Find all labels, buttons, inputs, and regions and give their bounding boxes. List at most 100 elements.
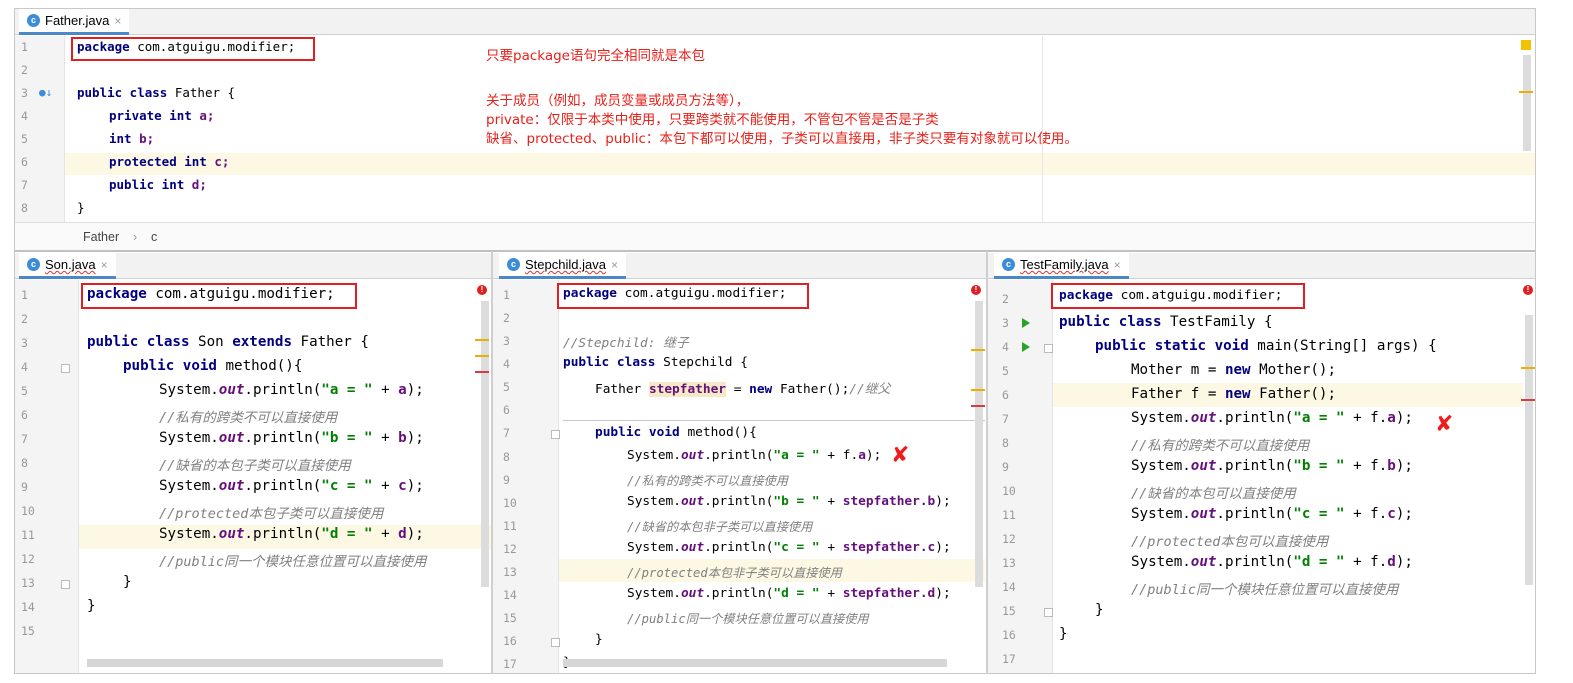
warning-marker[interactable]: [971, 389, 985, 391]
line-number: 3: [21, 336, 28, 350]
error-marker[interactable]: [971, 405, 985, 407]
error-icon[interactable]: !: [971, 285, 981, 295]
annotation-package: 只要package语句完全相同就是本包: [486, 48, 705, 64]
run-icon[interactable]: [1022, 342, 1030, 352]
annotation-private: private：仅限于本类中使用，只要跨类就不能使用，不管包不管是否是子类: [486, 112, 939, 128]
fold-icon[interactable]: [551, 430, 560, 439]
line-number: 2: [1002, 292, 1009, 306]
top-tab-bar: c Father.java ×: [15, 9, 1535, 35]
son-scrollbar[interactable]: [481, 301, 489, 587]
line-number: 1: [21, 288, 28, 302]
splitter[interactable]: [15, 250, 1535, 252]
son-horizontal-scrollbar[interactable]: [87, 659, 443, 667]
class-icon: c: [27, 14, 40, 27]
line-number: 2: [21, 312, 28, 326]
testfamily-tab-bar: c TestFamily.java ×: [988, 253, 1535, 279]
override-icon[interactable]: ●↓: [39, 86, 52, 99]
line-number: 11: [503, 519, 517, 533]
line-number: 4: [21, 360, 28, 374]
warning-marker[interactable]: [475, 355, 489, 357]
line-number: 11: [1002, 508, 1016, 522]
tab-testfamily-java[interactable]: c TestFamily.java ×: [994, 253, 1129, 279]
inspection-status-icon[interactable]: [1521, 40, 1531, 50]
package-highlight-box: [557, 283, 809, 309]
line-number: 12: [21, 552, 35, 566]
line-number: 1: [503, 288, 510, 302]
runnable-class-icon: c: [1002, 258, 1015, 271]
father-gutter: 1 2 3 ●↓ 4 5 6 7 8: [15, 36, 65, 222]
line-number: 12: [503, 542, 517, 556]
line-number: 10: [1002, 484, 1016, 498]
line-number: 16: [1002, 628, 1016, 642]
line-number: 3: [1002, 316, 1009, 330]
father-scrollbar[interactable]: [1523, 55, 1531, 151]
line-number: 5: [21, 132, 28, 146]
tab-son-java[interactable]: c Son.java ×: [19, 253, 116, 279]
line-number: 4: [503, 357, 510, 371]
error-marker[interactable]: [1521, 399, 1535, 401]
line-number: 7: [1002, 412, 1009, 426]
stepchild-horizontal-scrollbar[interactable]: [563, 659, 947, 667]
line-number: 6: [21, 408, 28, 422]
fold-icon[interactable]: [551, 638, 560, 647]
line-number: 10: [21, 504, 35, 518]
line-number: 10: [503, 496, 517, 510]
close-icon[interactable]: ×: [114, 14, 121, 28]
breadcrumb-member[interactable]: c: [151, 230, 157, 244]
package-highlight-box: [71, 37, 315, 61]
testfamily-scrollbar[interactable]: [1525, 315, 1533, 585]
fold-icon[interactable]: [1044, 344, 1053, 353]
line-number: 17: [1002, 652, 1016, 666]
line-number: 5: [1002, 364, 1009, 378]
stepchild-scrollbar[interactable]: [975, 301, 983, 587]
line-number: 7: [503, 426, 510, 440]
stepchild-gutter: 1 2 3 4 5 6 7 8 9 10 11 12 13 14 15 16 1…: [493, 280, 560, 673]
tab-father-java[interactable]: c Father.java ×: [19, 9, 130, 35]
line-number: 8: [1002, 436, 1009, 450]
line-number: 12: [1002, 532, 1016, 546]
stepchild-tab-bar: c Stepchild.java ×: [493, 253, 986, 279]
testfamily-gutter: 2 3 4 5 6 7 8 9 10 11 12 13 14 15 16 17: [988, 280, 1053, 673]
line-number: 8: [21, 201, 28, 215]
fold-icon[interactable]: [61, 580, 70, 589]
son-tab-bar: c Son.java ×: [15, 253, 491, 279]
warning-marker[interactable]: [1521, 367, 1535, 369]
fold-icon[interactable]: [61, 364, 70, 373]
tab-stepchild-java[interactable]: c Stepchild.java ×: [499, 253, 626, 279]
line-number: 9: [1002, 460, 1009, 474]
error-icon[interactable]: !: [477, 285, 487, 295]
close-icon[interactable]: ×: [1114, 258, 1121, 272]
breadcrumb-class[interactable]: Father: [83, 230, 119, 244]
line-number: 8: [503, 450, 510, 464]
tab-label: TestFamily.java: [1020, 257, 1109, 272]
run-icon[interactable]: [1022, 318, 1030, 328]
breadcrumb-bar: Father › c: [15, 222, 1535, 250]
line-number: 13: [1002, 556, 1016, 570]
class-icon: c: [507, 258, 520, 271]
line-number: 14: [503, 588, 517, 602]
line-number: 5: [503, 380, 510, 394]
fold-icon[interactable]: [1044, 608, 1053, 617]
line-number: 6: [21, 155, 28, 169]
breadcrumb-separator: ›: [133, 230, 138, 244]
error-marker[interactable]: [475, 371, 489, 373]
line-number: 7: [21, 178, 28, 192]
warning-marker[interactable]: [971, 349, 985, 351]
tab-label: Stepchild.java: [525, 257, 606, 272]
package-highlight-box: [81, 283, 357, 309]
line-number: 4: [1002, 340, 1009, 354]
line-number: 14: [21, 600, 35, 614]
line-number: 11: [21, 528, 35, 542]
close-icon[interactable]: ×: [101, 258, 108, 272]
package-highlight-box: [1051, 283, 1305, 309]
line-number: 9: [503, 473, 510, 487]
tab-label: Son.java: [45, 257, 96, 272]
right-margin-guide: [1042, 36, 1043, 222]
line-number: 1: [21, 40, 28, 54]
warning-marker[interactable]: [475, 339, 489, 341]
close-icon[interactable]: ×: [611, 258, 618, 272]
warning-marker[interactable]: [1519, 91, 1533, 93]
line-number: 15: [21, 624, 35, 638]
error-icon[interactable]: !: [1523, 285, 1533, 295]
ide-window: c Father.java × 1 2 3 ●↓ 4 5 6 7 8 packa…: [14, 8, 1536, 674]
